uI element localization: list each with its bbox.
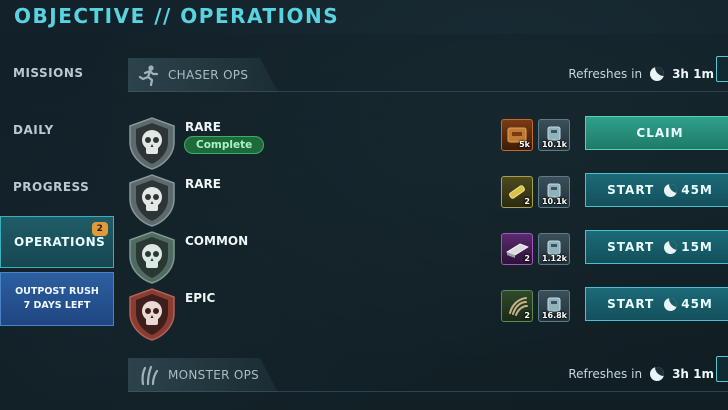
sidebar-item-label: PROGRESS	[13, 180, 90, 194]
reward-item-crate[interactable]: 5k	[501, 119, 533, 151]
op-rarity: EPIC	[185, 291, 216, 305]
button-duration: 45M	[681, 297, 713, 311]
op-row: RARE 2 10.1k START 45M	[128, 173, 728, 227]
section-tab: MONSTER OPS	[128, 358, 278, 392]
reward-amount: 1.12k	[541, 254, 567, 263]
start-button[interactable]: START 15M	[585, 230, 728, 264]
reward-item-supplies[interactable]: 10.1k	[538, 119, 570, 151]
sidebar-item-label: MISSIONS	[13, 66, 84, 80]
op-row: COMMON 2 1.12k START 15M	[128, 230, 728, 284]
clock-icon	[650, 367, 665, 381]
clock-icon	[650, 67, 665, 81]
sidebar-item-daily[interactable]: DAILY	[0, 105, 114, 155]
reward-item-metal[interactable]: 2	[501, 233, 533, 265]
op-row: RARE Complete 5k 10.1k CLAIM	[128, 116, 728, 170]
start-button[interactable]: START 45M	[585, 173, 728, 207]
reward-amount: 2	[524, 197, 530, 206]
rank-skull-icon	[129, 288, 175, 341]
reward-amount: 2	[524, 254, 530, 263]
refresh-label: Refreshes in	[568, 67, 643, 81]
event-time-left: 7 DAYS LEFT	[23, 300, 91, 311]
refresh-timer: Refreshes in 3h 1m	[568, 67, 714, 81]
sidebar: MISSIONS DAILY PROGRESS OPERATIONS 2 OUT…	[0, 44, 114, 410]
sidebar-item-label: DAILY	[13, 123, 54, 137]
clock-icon	[664, 183, 678, 197]
reward-amount: 10.1k	[541, 140, 567, 149]
section-header-chaser-ops: CHASER OPS Refreshes in 3h 1m	[128, 56, 728, 92]
op-rarity: RARE	[185, 177, 221, 191]
refresh-button[interactable]	[716, 356, 728, 382]
button-label: START	[607, 297, 655, 311]
event-outpost-rush[interactable]: OUTPOST RUSH 7 DAYS LEFT	[0, 272, 114, 326]
sidebar-item-operations[interactable]: OPERATIONS 2	[0, 216, 114, 268]
button-label: CLAIM	[636, 126, 684, 140]
sidebar-item-missions[interactable]: MISSIONS	[0, 48, 114, 98]
claim-button[interactable]: CLAIM	[585, 116, 728, 150]
sidebar-item-label: OPERATIONS	[14, 235, 106, 249]
reward-amount: 2	[524, 311, 530, 320]
reward-item-supplies[interactable]: 10.1k	[538, 176, 570, 208]
section-label: MONSTER OPS	[168, 368, 260, 382]
refresh-button[interactable]	[716, 56, 728, 82]
reward-item-supplies[interactable]: 16.8k	[538, 290, 570, 322]
reward-amount: 16.8k	[541, 311, 567, 320]
clock-icon	[664, 297, 678, 311]
op-rarity: RARE	[185, 120, 221, 134]
section-label: CHASER OPS	[168, 68, 249, 82]
rank-skull-icon	[129, 231, 175, 284]
refresh-timer: Refreshes in 3h 1m	[568, 367, 714, 381]
status-badge: Complete	[184, 136, 265, 154]
section-tab: CHASER OPS	[128, 58, 278, 92]
running-figure-icon	[136, 63, 162, 87]
button-duration: 45M	[681, 183, 713, 197]
reward-item-claw[interactable]: 2	[501, 290, 533, 322]
rank-skull-icon	[129, 117, 175, 170]
button-duration: 15M	[681, 240, 713, 254]
op-rarity: COMMON	[185, 234, 249, 248]
refresh-value: 3h 1m	[672, 367, 714, 381]
reward-amount: 5k	[519, 140, 530, 149]
page-title: OBJECTIVE // OPERATIONS	[14, 4, 340, 28]
reward-item-ammo[interactable]: 2	[501, 176, 533, 208]
notification-badge: 2	[92, 222, 108, 236]
op-row: EPIC 2 16.8k START 45M	[128, 287, 728, 341]
reward-amount: 10.1k	[541, 197, 567, 206]
rank-skull-icon	[129, 174, 175, 227]
reward-item-supplies[interactable]: 1.12k	[538, 233, 570, 265]
sidebar-item-progress[interactable]: PROGRESS	[0, 162, 114, 212]
section-header-monster-ops: MONSTER OPS Refreshes in 3h 1m	[128, 356, 728, 392]
refresh-value: 3h 1m	[672, 67, 714, 81]
refresh-label: Refreshes in	[568, 367, 643, 381]
button-label: START	[607, 183, 655, 197]
event-title: OUTPOST RUSH	[15, 286, 99, 297]
claw-icon	[136, 363, 162, 387]
clock-icon	[664, 240, 678, 254]
button-label: START	[607, 240, 655, 254]
start-button[interactable]: START 45M	[585, 287, 728, 321]
